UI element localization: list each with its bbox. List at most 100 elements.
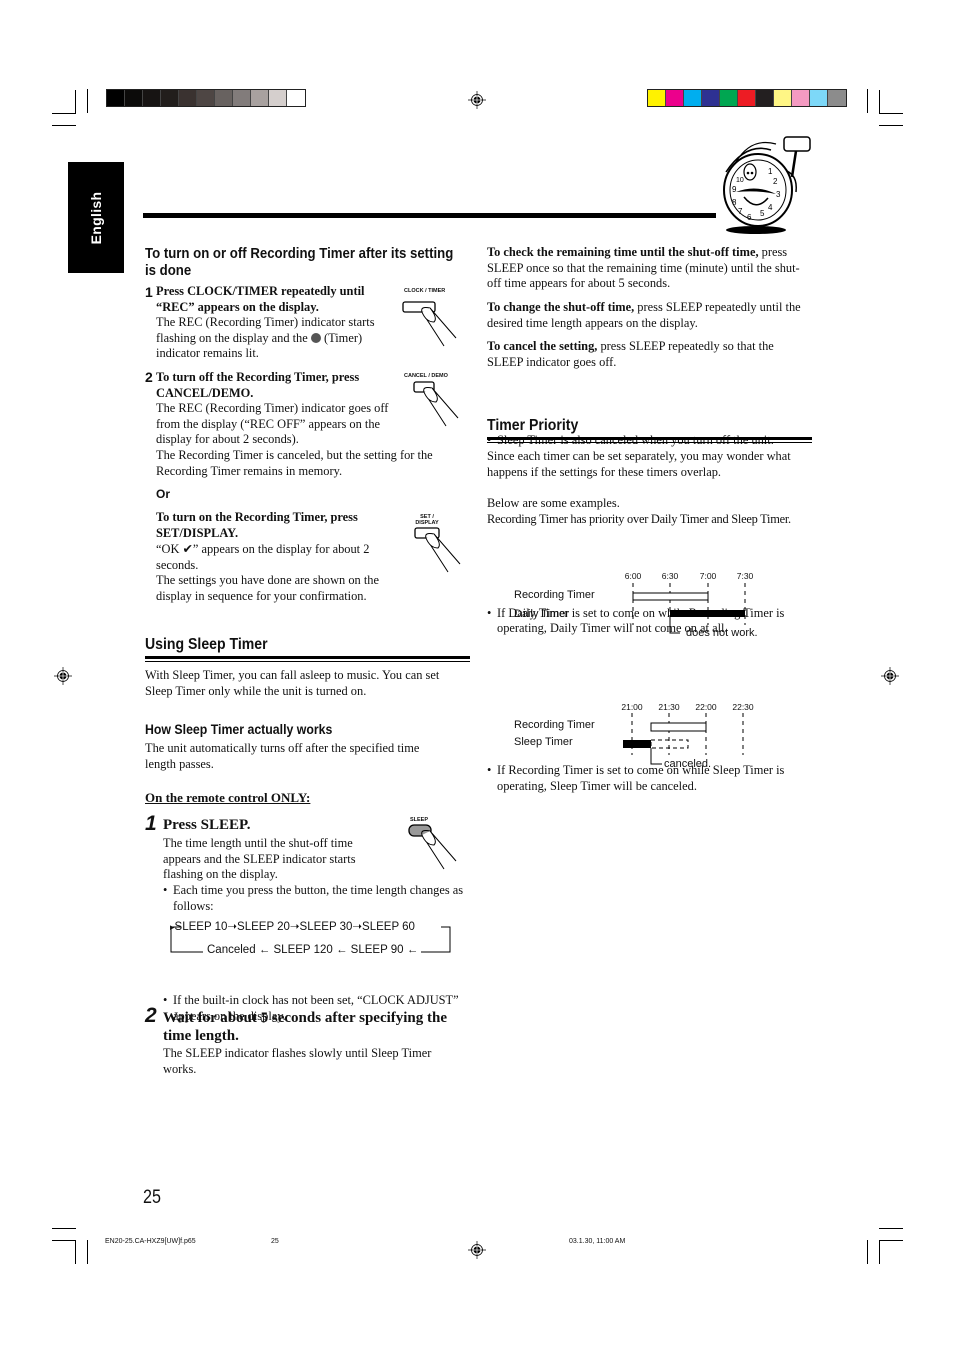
recording-timer-bar [650, 722, 707, 732]
change-shutoff-lead: To change the shut-off time, [487, 300, 635, 314]
page-number: 25 [143, 1187, 161, 1208]
tick-label: 22:30 [732, 702, 754, 712]
how-sleep-works-body: The unit automatically turns off after t… [145, 741, 420, 771]
color-swatch [287, 90, 305, 106]
rec-section-title: To turn on or off Recording Timer after … [145, 245, 454, 279]
note-connector [669, 617, 680, 634]
flow-item: SLEEP 90 [350, 944, 404, 956]
language-tab: English [68, 162, 124, 273]
arrow-right-icon: ➝ [227, 921, 238, 933]
check-remaining-paragraph: To check the remaining time until the sh… [487, 245, 812, 292]
sleep-step2-body: The SLEEP indicator flashes slowly until… [163, 1046, 432, 1076]
step-number: 2 [145, 369, 153, 385]
color-swatch [179, 90, 197, 106]
cancel-setting-paragraph: To cancel the setting, press SLEEP repea… [487, 339, 812, 370]
svg-text:2: 2 [773, 177, 778, 186]
priority-intro: Since each timer can be set separately, … [487, 449, 791, 479]
step2-body1: The REC (Recording Timer) indicator goes… [156, 401, 389, 447]
row-label-recording: Recording Timer [514, 719, 595, 731]
sleep-step1-heading: Press SLEEP. [163, 817, 251, 833]
svg-text:1: 1 [768, 167, 773, 176]
grayscale-calibration-bar [106, 89, 306, 107]
step2-heading: To turn off the Recording Timer, press C… [156, 370, 360, 400]
finger-press-icon [402, 301, 457, 347]
step-number: 1 [145, 812, 157, 835]
set-display-button-illustration: SET / DISPLAY [410, 514, 470, 574]
registration-mark-icon [468, 1241, 486, 1259]
change-shutoff-paragraph: To change the shut-off time, press SLEEP… [487, 300, 812, 331]
color-swatch [720, 90, 738, 106]
tick-label: 7:30 [736, 571, 754, 581]
how-sleep-works-title: How Sleep Timer actually works [145, 721, 333, 737]
check-remaining-lead: To check the remaining time until the sh… [487, 245, 759, 259]
timer-indicator-icon [310, 332, 321, 343]
step-number: 2 [145, 1004, 157, 1027]
sleep-section-title: Using Sleep Timer [145, 636, 268, 653]
alt-body2: The settings you have done are shown on … [156, 573, 379, 603]
flow-item: SLEEP 10 [174, 921, 228, 933]
row-label-recording: Recording Timer [514, 589, 595, 601]
row-label-daily: Daily Timer [514, 608, 570, 620]
note-connector [650, 748, 662, 765]
tick-label: 21:30 [658, 702, 680, 712]
registration-mark-icon [468, 91, 486, 109]
sleep-intro: With Sleep Timer, you can fall asleep to… [145, 668, 440, 698]
row-label-sleep: Sleep Timer [514, 736, 573, 748]
flow-top-row: ▸SLEEP 10➝SLEEP 20➝SLEEP 30➝SLEEP 60 [170, 921, 415, 933]
tick-label: 22:00 [695, 702, 717, 712]
priority-rule: Recording Timer has priority over Daily … [487, 512, 791, 526]
color-swatch [215, 90, 233, 106]
svg-text:8: 8 [732, 198, 737, 207]
color-swatch [125, 90, 143, 106]
alt-body1: “OK ✔” appears on the display for about … [156, 542, 370, 572]
svg-text:10: 10 [736, 177, 744, 184]
does-not-work-note: does not work. [686, 627, 758, 639]
priority-examples: Below are some examples. [487, 496, 620, 510]
registration-mark-icon [881, 667, 899, 685]
color-swatch [648, 90, 666, 106]
color-swatch [702, 90, 720, 106]
header-rule [143, 213, 716, 218]
color-swatch [756, 90, 774, 106]
or-label: Or [156, 487, 171, 501]
flow-item: SLEEP 60 [362, 921, 415, 933]
color-swatch [792, 90, 810, 106]
color-swatch [107, 90, 125, 106]
flow-item: SLEEP 120 [273, 944, 333, 956]
step1-body: The REC (Recording Timer) indicator star… [156, 315, 396, 362]
daily-timer-bar [670, 610, 745, 617]
tick-label: 7:00 [699, 571, 717, 581]
color-swatch [738, 90, 756, 106]
footer-timestamp: 03.1.30, 11:00 AM [569, 1238, 626, 1245]
section-rule [145, 656, 470, 662]
timer-priority-title: Timer Priority [487, 417, 579, 434]
set-display-button-label: SET / DISPLAY [415, 514, 439, 526]
color-swatch [251, 90, 269, 106]
language-tab-label: English [88, 191, 104, 244]
svg-text:5: 5 [760, 209, 765, 218]
clock-timer-button-label: CLOCK / TIMER [404, 288, 446, 294]
color-swatch [161, 90, 179, 106]
finger-press-icon [414, 527, 461, 573]
registration-mark-icon [54, 667, 72, 685]
tick-label: 6:00 [624, 571, 642, 581]
color-swatch [810, 90, 828, 106]
remote-only-note: On the remote control ONLY: [145, 790, 311, 805]
color-swatch [684, 90, 702, 106]
flow-item: SLEEP 30 [299, 921, 353, 933]
alt-heading: To turn on the Recording Timer, press SE… [156, 510, 358, 540]
color-swatch [197, 90, 215, 106]
svg-text:7: 7 [738, 207, 743, 216]
arrow-left-icon: ← [406, 944, 419, 956]
sleep-step1-body: The time length until the shut-off time … [163, 836, 356, 882]
svg-text:6: 6 [747, 213, 752, 222]
sleep-timer-active-bar [623, 740, 651, 748]
footer-file-page: 25 [271, 1238, 279, 1245]
sleep-step2-heading: Wait for about 5 seconds after specifyin… [163, 1010, 448, 1044]
color-calibration-bar [647, 89, 847, 107]
clock-timer-button-illustration: CLOCK / TIMER [400, 288, 460, 348]
cancel-demo-button-illustration: CANCEL / DEMO [402, 373, 462, 433]
footer-file-name: EN20-25.CA-HXZ9[UW]f.p65 [105, 1238, 196, 1245]
step-number: 1 [145, 284, 153, 300]
canceled-note: canceled. [664, 758, 712, 770]
